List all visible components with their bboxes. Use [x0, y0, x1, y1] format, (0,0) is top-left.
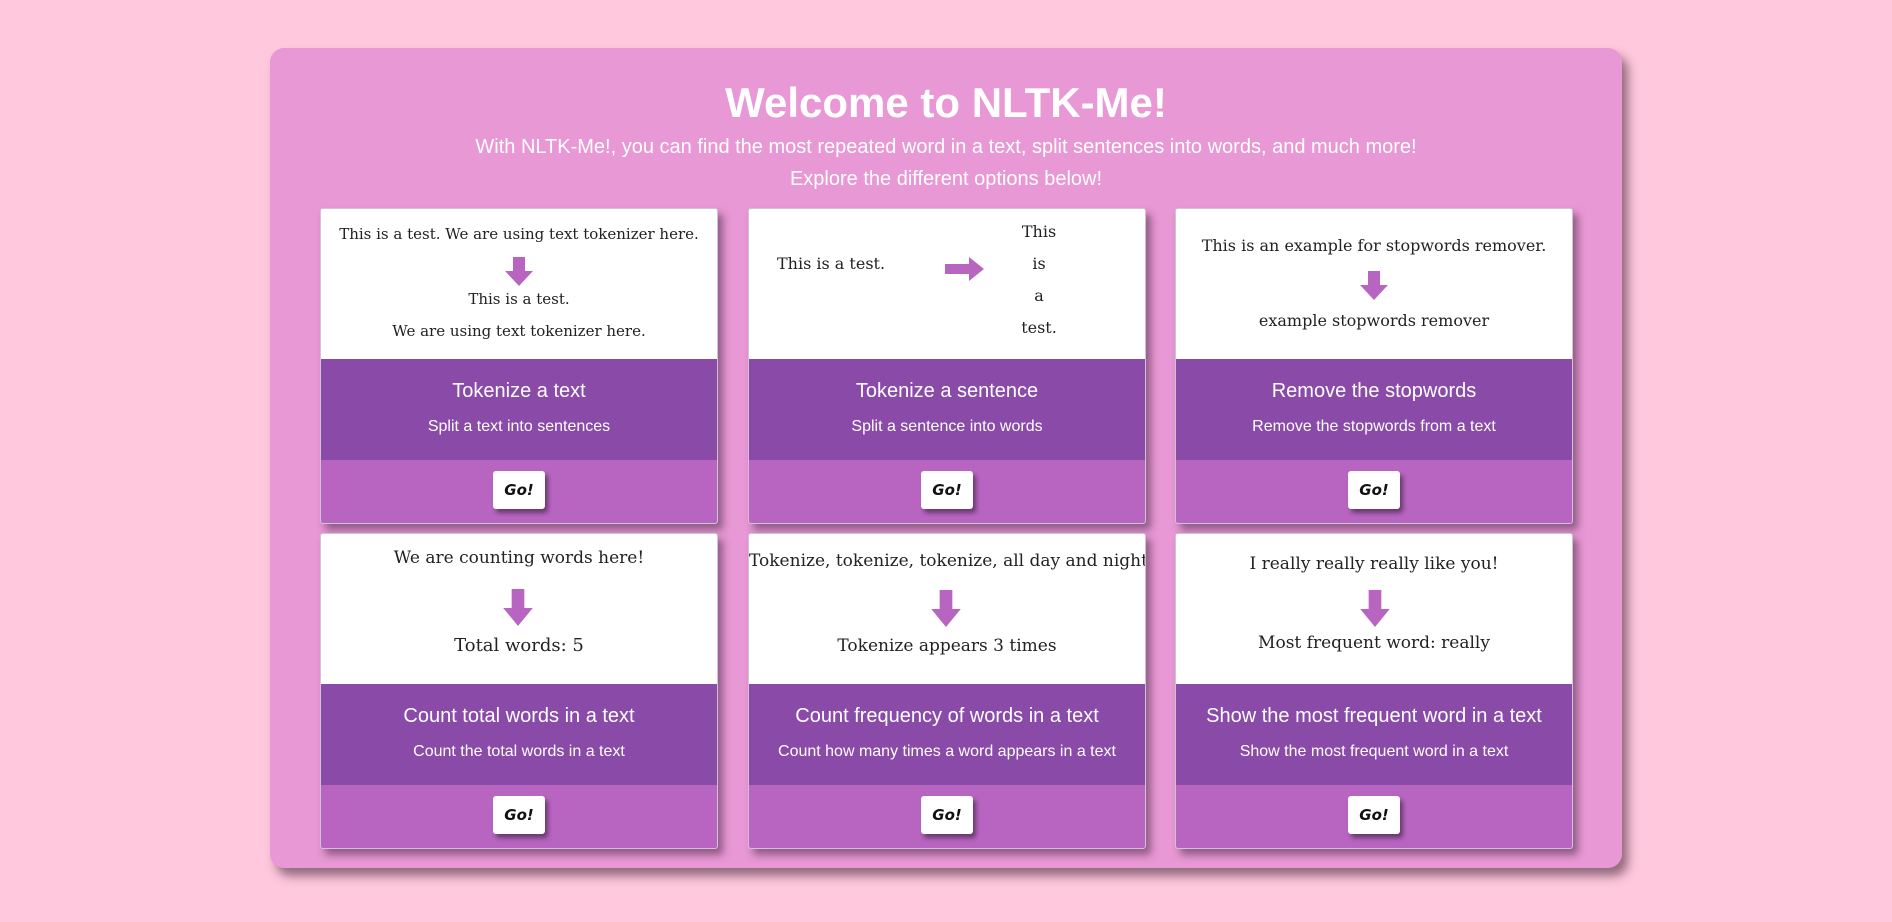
page-subtitle: With NLTK-Me!, you can find the most rep…: [475, 136, 1417, 158]
card-info: Tokenize a sentence Split a sentence int…: [749, 359, 1145, 460]
card-title: Show the most frequent word in a text: [1206, 705, 1542, 727]
demo-output-line: This is a test.: [468, 290, 570, 308]
demo-output-line: Most frequent word: really: [1258, 633, 1490, 653]
go-button-count-frequency[interactable]: Go!: [921, 796, 973, 834]
card-tokenize-text: This is a test. We are using text tokeni…: [320, 208, 718, 524]
card-count-total-words: We are counting words here! Total words:…: [320, 533, 718, 849]
demo-input: This is a test.: [777, 254, 886, 273]
demo-output-line: This: [1021, 222, 1057, 241]
arrow-down-icon: [931, 590, 961, 627]
demo-input: This is an example for stopwords remover…: [1201, 236, 1547, 255]
card-description: Remove the stopwords from a text: [1252, 418, 1496, 435]
page-title: Welcome to NLTK-Me!: [725, 79, 1167, 126]
card-description: Show the most frequent word in a text: [1239, 743, 1509, 760]
arrow-down-icon: [1360, 590, 1390, 627]
card-title: Count frequency of words in a text: [795, 705, 1099, 727]
demo-output-line: is: [1032, 254, 1046, 273]
card-action-bar: Go!: [1176, 460, 1572, 523]
card-info: Show the most frequent word in a text Sh…: [1176, 684, 1572, 785]
demo-input: This is a test. We are using text tokeni…: [339, 225, 699, 243]
card-tokenize-sentence: This is a test. This is a test. Tokenize…: [748, 208, 1146, 524]
card-demo: Tokenize, tokenize, tokenize, all day an…: [749, 534, 1145, 684]
go-button-count-total-words[interactable]: Go!: [493, 796, 545, 834]
card-title: Tokenize a sentence: [855, 380, 1039, 402]
card-action-bar: Go!: [1176, 785, 1572, 848]
demo-output-line: a: [1034, 286, 1044, 305]
card-description: Count how many times a word appears in a…: [778, 743, 1116, 760]
card-info: Remove the stopwords Remove the stopword…: [1176, 359, 1572, 460]
card-demo: I really really really like you! Most fr…: [1176, 534, 1572, 684]
demo-output-line: test.: [1021, 318, 1057, 337]
demo-output-line: We are using text tokenizer here.: [392, 322, 646, 340]
go-button-tokenize-sentence[interactable]: Go!: [921, 471, 973, 509]
arrow-down-icon: [505, 257, 533, 286]
card-title: Tokenize a text: [452, 380, 586, 402]
card-action-bar: Go!: [749, 785, 1145, 848]
card-demo: This is a test. We are using text tokeni…: [321, 209, 717, 359]
card-action-bar: Go!: [321, 460, 717, 523]
main-panel: Welcome to NLTK-Me! With NLTK-Me!, you c…: [270, 48, 1622, 868]
card-demo: This is a test. This is a test.: [749, 209, 1145, 359]
demo-output-line: Tokenize appears 3 times: [837, 636, 1057, 656]
card-title: Count total words in a text: [403, 705, 635, 727]
page-subtitle-explore: Explore the different options below!: [789, 168, 1103, 190]
card-info: Count total words in a text Count the to…: [321, 684, 717, 785]
card-count-frequency: Tokenize, tokenize, tokenize, all day an…: [748, 533, 1146, 849]
card-info: Tokenize a text Split a text into senten…: [321, 359, 717, 460]
arrow-down-icon: [503, 589, 533, 626]
card-description: Split a sentence into words: [851, 418, 1043, 435]
demo-output-line: example stopwords remover: [1258, 311, 1490, 330]
card-most-frequent-word: I really really really like you! Most fr…: [1175, 533, 1573, 849]
card-demo: This is an example for stopwords remover…: [1176, 209, 1572, 359]
card-demo: We are counting words here! Total words:…: [321, 534, 717, 684]
arrow-right-icon: [945, 257, 984, 281]
card-remove-stopwords: This is an example for stopwords remover…: [1175, 208, 1573, 524]
card-description: Split a text into sentences: [427, 418, 611, 435]
arrow-down-icon: [1360, 271, 1388, 300]
demo-input: We are counting words here!: [393, 548, 645, 568]
card-description: Count the total words in a text: [413, 743, 625, 760]
card-action-bar: Go!: [321, 785, 717, 848]
demo-output-line: Total words: 5: [454, 635, 584, 656]
card-title: Remove the stopwords: [1271, 380, 1477, 402]
demo-input: Tokenize, tokenize, tokenize, all day an…: [749, 551, 1146, 571]
go-button-most-frequent-word[interactable]: Go!: [1348, 796, 1400, 834]
card-info: Count frequency of words in a text Count…: [749, 684, 1145, 785]
card-action-bar: Go!: [749, 460, 1145, 523]
go-button-tokenize-text[interactable]: Go!: [493, 471, 545, 509]
demo-input: I really really really like you!: [1249, 554, 1499, 574]
go-button-remove-stopwords[interactable]: Go!: [1348, 471, 1400, 509]
